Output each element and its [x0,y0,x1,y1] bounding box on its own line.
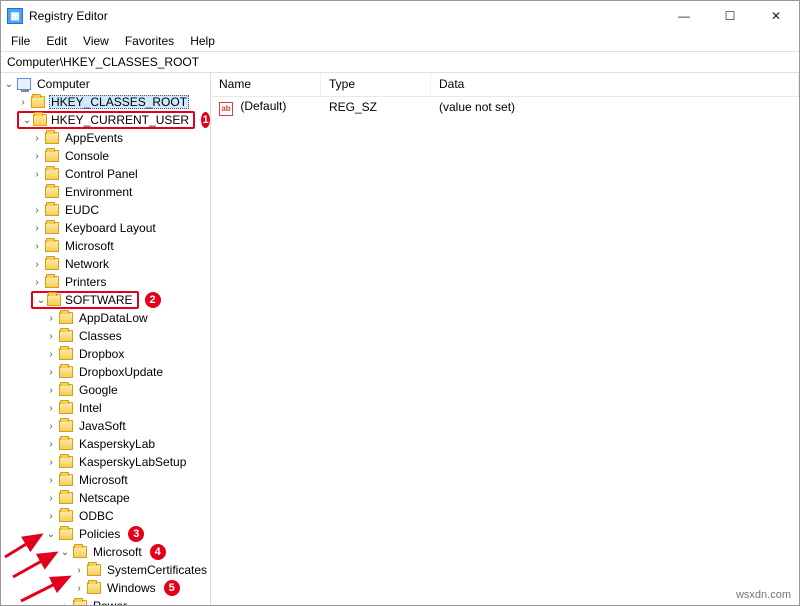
tree-classes[interactable]: Classes [45,327,210,345]
callout-badge-5: 5 [164,580,180,596]
tree-netscape[interactable]: Netscape [45,489,210,507]
tree-systemcertificates[interactable]: SystemCertificates [73,561,210,579]
minimize-button[interactable]: — [661,1,707,31]
tree-dropbox[interactable]: Dropbox [45,345,210,363]
value-type: REG_SZ [329,100,377,114]
tree-appevents[interactable]: AppEvents [31,129,210,147]
tree-root-computer[interactable]: Computer [3,75,210,93]
column-headers: Name Type Data [211,73,799,97]
tree-javasoft[interactable]: JavaSoft [45,417,210,435]
value-row[interactable]: ab (Default) REG_SZ (value not set) [211,97,799,117]
expand-icon[interactable] [35,295,47,306]
address-bar[interactable]: Computer\HKEY_CLASSES_ROOT [1,51,799,73]
menu-favorites[interactable]: Favorites [117,32,182,50]
menu-edit[interactable]: Edit [38,32,75,50]
tree-printers[interactable]: Printers [31,273,210,291]
tree-kaspersky[interactable]: KasperskyLab [45,435,210,453]
expand-icon[interactable] [59,547,71,558]
tree-google[interactable]: Google [45,381,210,399]
tree-power[interactable]: Power [59,597,210,605]
maximize-button[interactable]: ☐ [707,1,753,31]
string-value-icon: ab [219,102,233,116]
computer-icon [17,78,31,90]
expand-icon[interactable] [21,115,33,126]
close-button[interactable]: ✕ [753,1,799,31]
tree-pane[interactable]: Computer HKEY_CLASSES_ROOT [1,73,211,605]
title-bar: ▦ Registry Editor — ☐ ✕ [1,1,799,31]
value-name: (Default) [240,99,286,113]
tree-hkcr[interactable]: HKEY_CLASSES_ROOT [17,93,210,111]
tree-console[interactable]: Console [31,147,210,165]
folder-icon [47,294,61,306]
folder-icon [33,114,47,126]
tree-keyboard[interactable]: Keyboard Layout [31,219,210,237]
tree-kasperskysetup[interactable]: KasperskyLabSetup [45,453,210,471]
col-name[interactable]: Name [211,73,321,96]
tree-microsoft[interactable]: Microsoft [31,237,210,255]
app-icon: ▦ [7,8,23,24]
expand-icon[interactable] [17,97,29,108]
expand-icon[interactable] [3,79,15,90]
menu-bar: File Edit View Favorites Help [1,31,799,51]
menu-help[interactable]: Help [182,32,223,50]
col-data[interactable]: Data [431,73,799,96]
value-data: (value not set) [439,100,515,114]
tree-sw-microsoft[interactable]: Microsoft [45,471,210,489]
window-title: Registry Editor [29,9,108,23]
tree-policies-microsoft[interactable]: Microsoft 4 [59,543,210,561]
tree-hkcu[interactable]: HKEY_CURRENT_USER 1 [17,111,210,129]
menu-file[interactable]: File [3,32,38,50]
tree-policies[interactable]: Policies 3 [45,525,210,543]
tree-controlpanel[interactable]: Control Panel [31,165,210,183]
tree-appdatalow[interactable]: AppDataLow [45,309,210,327]
tree-environment[interactable]: Environment [31,183,210,201]
callout-badge-3: 3 [128,526,144,542]
tree-intel[interactable]: Intel [45,399,210,417]
watermark: wsxdn.com [736,589,791,601]
tree-odbc[interactable]: ODBC [45,507,210,525]
tree-windows[interactable]: Windows 5 [73,579,210,597]
menu-view[interactable]: View [75,32,117,50]
folder-icon [73,546,87,558]
folder-icon [59,528,73,540]
tree-software[interactable]: SOFTWARE 2 [31,291,210,309]
folder-icon [31,96,45,108]
tree-dropboxupdate[interactable]: DropboxUpdate [45,363,210,381]
tree-network[interactable]: Network [31,255,210,273]
callout-badge-1: 1 [201,112,210,128]
callout-badge-4: 4 [150,544,166,560]
address-text: Computer\HKEY_CLASSES_ROOT [7,55,199,69]
col-type[interactable]: Type [321,73,431,96]
tree-eudc[interactable]: EUDC [31,201,210,219]
values-pane: Name Type Data ab (Default) REG_SZ (valu… [211,73,799,605]
expand-icon[interactable] [73,583,85,594]
folder-icon [87,582,101,594]
expand-icon[interactable] [45,529,57,540]
callout-badge-2: 2 [145,292,161,308]
